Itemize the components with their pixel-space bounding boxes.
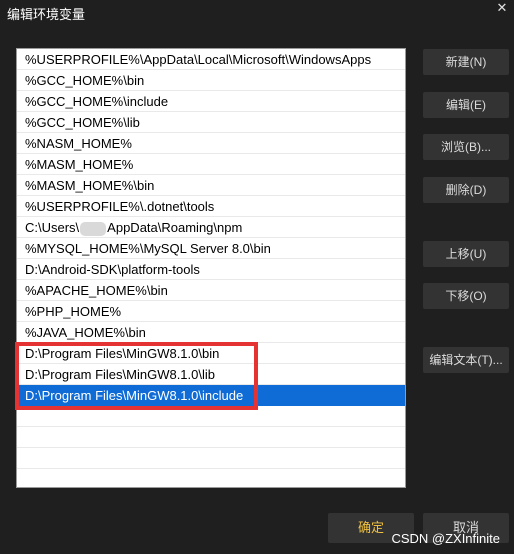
list-item-prefix: C:\Users\	[25, 220, 80, 235]
move-up-button[interactable]: 上移(U)	[423, 241, 509, 267]
watermark: CSDN @ZXInfinite	[391, 531, 500, 546]
close-icon[interactable]: ✕	[495, 1, 509, 15]
move-down-button[interactable]: 下移(O)	[423, 283, 509, 309]
empty-list-row	[17, 406, 405, 427]
title-bar: 编辑环境变量 ✕	[0, 0, 514, 24]
list-item-selected[interactable]: D:\Program Files\MinGW8.1.0\include	[17, 385, 405, 406]
path-list[interactable]: %USERPROFILE%\AppData\Local\Microsoft\Wi…	[16, 48, 406, 488]
list-item[interactable]: %PHP_HOME%	[17, 301, 405, 322]
edit-text-button[interactable]: 编辑文本(T)...	[423, 347, 509, 373]
empty-list-row	[17, 427, 405, 448]
list-item[interactable]: %MASM_HOME%\bin	[17, 175, 405, 196]
edit-button[interactable]: 编辑(E)	[423, 92, 509, 118]
list-item[interactable]: %GCC_HOME%\bin	[17, 70, 405, 91]
browse-button[interactable]: 浏览(B)...	[423, 134, 509, 160]
list-item[interactable]: %USERPROFILE%\AppData\Local\Microsoft\Wi…	[17, 49, 405, 70]
list-item[interactable]: %GCC_HOME%\lib	[17, 112, 405, 133]
empty-list-row	[17, 448, 405, 469]
delete-button[interactable]: 删除(D)	[423, 177, 509, 203]
list-item[interactable]: %GCC_HOME%\include	[17, 91, 405, 112]
redacted-username	[80, 221, 107, 236]
list-item[interactable]: %USERPROFILE%\.dotnet\tools	[17, 196, 405, 217]
list-item[interactable]: D:\Program Files\MinGW8.1.0\bin	[17, 343, 405, 364]
list-item-suffix: AppData\Roaming\npm	[107, 220, 243, 235]
list-item[interactable]: C:\Users\ AppData\Roaming\npm	[17, 217, 405, 238]
list-item[interactable]: D:\Android-SDK\platform-tools	[17, 259, 405, 280]
list-item[interactable]: %MYSQL_HOME%\MySQL Server 8.0\bin	[17, 238, 405, 259]
list-item[interactable]: %NASM_HOME%	[17, 133, 405, 154]
list-item[interactable]: %JAVA_HOME%\bin	[17, 322, 405, 343]
list-item[interactable]: D:\Program Files\MinGW8.1.0\lib	[17, 364, 405, 385]
window-title: 编辑环境变量	[7, 7, 86, 22]
new-button[interactable]: 新建(N)	[423, 49, 509, 75]
list-item[interactable]: %MASM_HOME%	[17, 154, 405, 175]
list-item[interactable]: %APACHE_HOME%\bin	[17, 280, 405, 301]
